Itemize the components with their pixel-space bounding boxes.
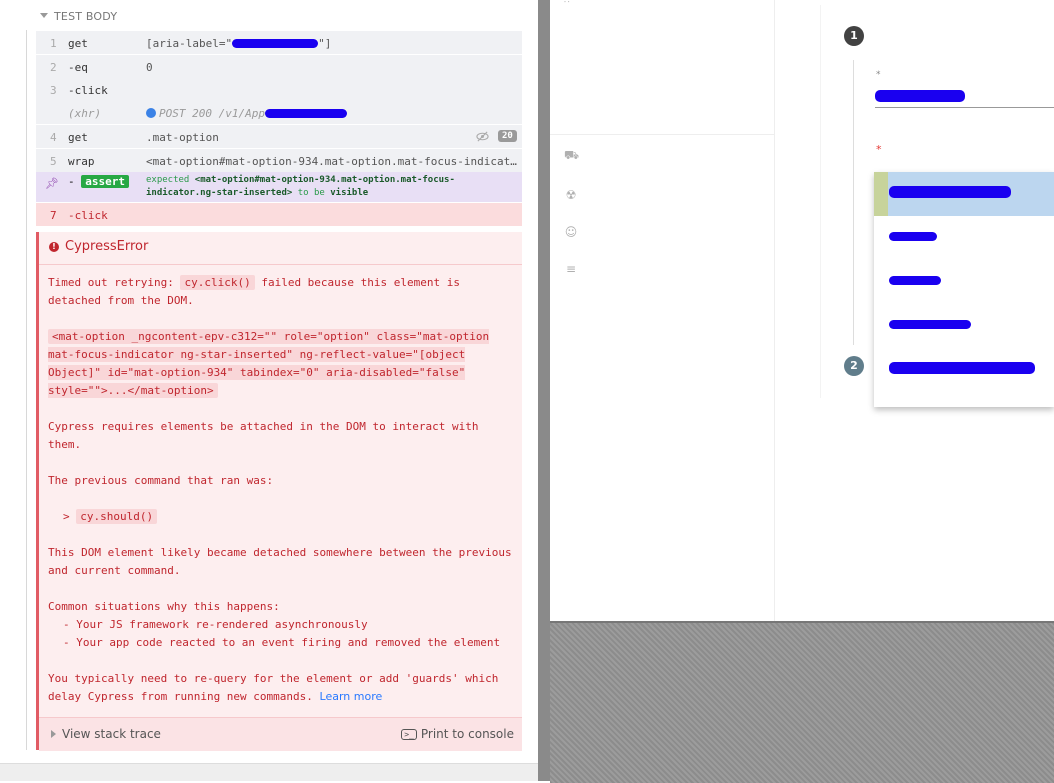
element-count-badge: 20 [498, 130, 517, 142]
alarm-icon[interactable]: ☢ [564, 188, 578, 202]
grid-icon: ∷ [564, 0, 570, 6]
command-name: -eq [68, 61, 88, 74]
xhr-status-dot-icon [146, 108, 156, 118]
aut-background [550, 621, 1054, 783]
mat-option[interactable] [874, 304, 1054, 348]
test-tree-line [26, 30, 27, 750]
error-message: Cypress requires elements be attached in… [48, 420, 479, 451]
command-row-xhr[interactable]: (xhr) POST 200 /v1/App [36, 101, 522, 125]
test-body-header[interactable]: TEST BODY [40, 10, 117, 23]
eye-slash-icon[interactable] [476, 130, 489, 143]
panel-resizer[interactable] [538, 0, 550, 781]
command-number: 1 [50, 37, 57, 50]
command-name: get [68, 37, 88, 50]
error-footer: View stack trace >_ Print to console [39, 717, 522, 751]
command-name: wrap [68, 155, 95, 168]
pin-icon[interactable]: 📌︎ [45, 177, 59, 190]
redaction-mark [889, 320, 971, 329]
divider [39, 264, 522, 265]
required-marker: * [876, 70, 881, 80]
error-message: The previous command that ran was: [48, 474, 274, 487]
redaction-mark [889, 186, 1011, 198]
command-row-failed[interactable]: 7 -click [36, 203, 522, 226]
redaction-mark [264, 109, 347, 118]
mat-option[interactable] [874, 172, 1054, 216]
command-row[interactable]: 4 get .mat-option 20 [36, 125, 522, 149]
command-message: <mat-option#mat-option-934.mat-option.ma… [146, 155, 517, 168]
command-name: - assert [68, 175, 129, 188]
command-number: 7 [50, 209, 57, 222]
learn-more-link[interactable]: Learn more [320, 690, 383, 703]
step-connector [853, 60, 854, 345]
error-list-item: - Your app code reacted to an event firi… [63, 636, 501, 649]
previous-command: > cy.should() [63, 508, 529, 526]
error-icon: ! [49, 242, 59, 252]
command-row[interactable]: 5 wrap <mat-option#mat-option-934.mat-op… [36, 149, 522, 173]
reporter-footer [0, 763, 538, 781]
redaction-mark [875, 90, 965, 102]
mat-option-panel [874, 172, 1054, 407]
command-message: 0 [146, 61, 153, 74]
command-message: [aria-label=" "] [146, 37, 332, 50]
divider [550, 134, 774, 135]
redaction-mark [889, 232, 937, 241]
command-message: POST 200 /v1/App [146, 107, 518, 120]
error-list-item: - Your JS framework re-rendered asynchro… [63, 618, 368, 631]
error-panel: ! CypressError Timed out retrying: cy.cli… [36, 232, 522, 751]
redaction-mark [889, 276, 941, 285]
error-message: Common situations why this happens: [48, 600, 280, 613]
command-row-assert[interactable]: 📌︎ - assert expected <mat-option#mat-opt… [36, 172, 522, 203]
command-name: -click [68, 209, 108, 222]
print-to-console-button[interactable]: >_ Print to console [401, 727, 514, 741]
redaction-mark [889, 362, 1035, 374]
command-name: -click [68, 84, 108, 97]
command-row[interactable]: 1 get [aria-label=" "] [36, 31, 522, 55]
mat-option[interactable] [874, 260, 1054, 304]
command-message: .mat-option [146, 131, 219, 144]
mat-option[interactable] [874, 216, 1054, 260]
error-message: Timed out retrying: cy.click() failed be… [48, 275, 461, 307]
terminal-icon: >_ [401, 729, 417, 740]
first-field[interactable] [875, 85, 1054, 108]
command-number: 3 [50, 84, 57, 97]
section-title: TEST BODY [54, 10, 118, 23]
step-1-indicator[interactable]: 1 [844, 26, 864, 46]
error-code-block: <mat-option _ngcontent-epv-c312="" role=… [48, 329, 490, 398]
option-focus-bar [874, 172, 888, 216]
expand-triangle-icon [51, 730, 56, 738]
step-2-indicator[interactable]: 2 [844, 356, 864, 376]
error-message: You typically need to re-query for the e… [48, 672, 499, 703]
command-name: get [68, 131, 88, 144]
command-name: (xhr) [68, 107, 102, 120]
command-row[interactable]: 2 -eq 0 [36, 55, 522, 79]
error-title: ! CypressError [49, 239, 148, 254]
command-row[interactable]: 3 -click [36, 78, 522, 102]
cypress-reporter: TEST BODY 1 get [aria-label=" "] 2 -eq 0 … [0, 0, 538, 781]
command-number: 5 [50, 155, 57, 168]
command-message: expected <mat-option#mat-option-934.mat-… [146, 175, 455, 198]
required-marker: * [876, 143, 882, 156]
command-number: 2 [50, 61, 57, 74]
mat-option[interactable] [874, 348, 1054, 392]
error-message: This DOM element likely became detached … [48, 546, 512, 577]
user-settings-icon[interactable]: ☺ [564, 225, 578, 239]
redaction-mark [232, 39, 319, 48]
view-stack-trace-button[interactable]: View stack trace [51, 727, 161, 741]
columns-icon[interactable]: ≡ [564, 262, 578, 276]
collapse-triangle-icon [40, 13, 48, 18]
command-number: 4 [50, 131, 57, 144]
app-sidebar: ∷ ⛟ ☢ ☺ ≡ [550, 0, 775, 621]
truck-icon[interactable]: ⛟ [564, 148, 579, 162]
